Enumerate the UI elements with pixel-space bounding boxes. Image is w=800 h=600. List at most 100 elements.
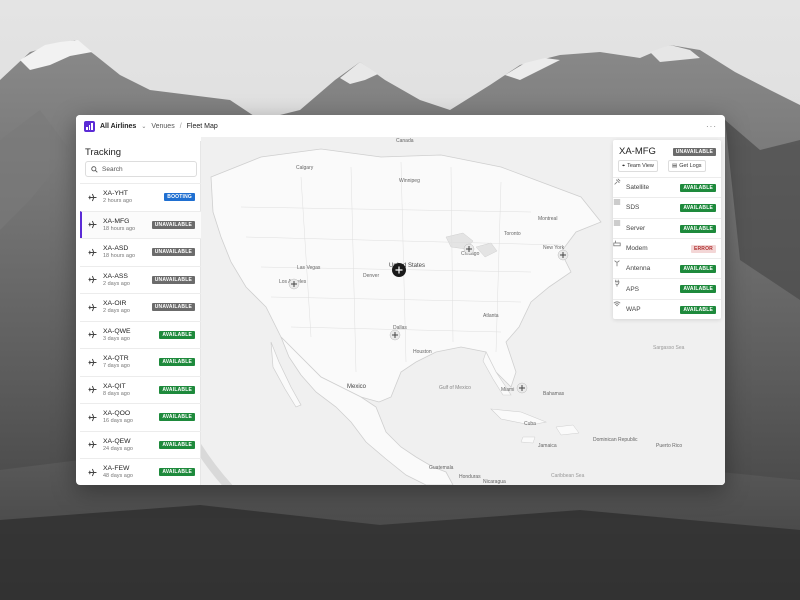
- flight-id: XA-OIR: [103, 300, 127, 308]
- status-badge: AVAILABLE: [159, 330, 195, 339]
- flight-time: 18 hours ago: [103, 253, 136, 259]
- service-label: SDS: [626, 204, 640, 212]
- map-label-cuba: Cuba: [524, 421, 536, 427]
- flight-time: 16 days ago: [103, 418, 133, 424]
- service-label: Server: [626, 224, 646, 232]
- aircraft-marker[interactable]: [463, 243, 475, 255]
- status-badge: UNAVAILABLE: [672, 148, 716, 156]
- status-badge: UNAVAILABLE: [151, 220, 195, 229]
- flight-time: 2 days ago: [103, 308, 130, 314]
- flight-text: XA-ASD 18 hours ago: [103, 245, 135, 259]
- service-row[interactable]: APS AVAILABLE: [613, 278, 721, 298]
- flight-id: XA-QIT: [103, 382, 126, 390]
- service-label: WAP: [626, 305, 641, 313]
- service-row[interactable]: Modem ERROR: [613, 237, 721, 258]
- app-window: All Airlines ⌄ Venues / Fleet Map ··· Ca…: [76, 115, 725, 485]
- service-row[interactable]: WAP AVAILABLE: [613, 298, 721, 319]
- flight-row[interactable]: XA-FEW 48 days ago AVAILABLE: [80, 458, 201, 485]
- flight-list: XA-YHT 2 hours ago BOOTING XA-MFG 18 hours a…: [80, 183, 201, 485]
- flight-text: XA-QIT 8 days ago: [103, 383, 130, 397]
- top-bar: All Airlines ⌄ Venues / Fleet Map ···: [76, 115, 725, 137]
- flight-text: XA-FEW 48 days ago: [103, 465, 133, 479]
- service-row[interactable]: Server AVAILABLE: [613, 217, 721, 238]
- service-row[interactable]: SDS AVAILABLE: [613, 197, 721, 217]
- aircraft-detail-panel: XA-MFG UNAVAILABLE ⌖ Team View ▤ Get Log…: [613, 140, 721, 319]
- team-view-icon: ⌖: [622, 162, 626, 169]
- flight-id: XA-QWE: [103, 327, 131, 335]
- service-row[interactable]: Antenna AVAILABLE: [613, 258, 721, 278]
- chevron-down-icon[interactable]: ⌄: [141, 123, 146, 130]
- plane-icon: [88, 413, 97, 422]
- flight-row[interactable]: XA-QOO 16 days ago AVAILABLE: [80, 403, 201, 431]
- flight-row[interactable]: XA-QEW 24 days ago AVAILABLE: [80, 430, 201, 459]
- service-status-badge: AVAILABLE: [680, 285, 716, 294]
- search-input[interactable]: [102, 165, 192, 173]
- plane-icon: [88, 468, 97, 477]
- flight-id: XA-MFG: [103, 217, 130, 225]
- org-switcher[interactable]: All Airlines: [100, 123, 136, 130]
- tracking-sidebar: Tracking XA-YHT2 hours agoBOOTINGXA-MFG1…: [80, 141, 201, 485]
- flight-text: XA-QOO 16 days ago: [103, 410, 133, 424]
- map-label-guatemala: Guatemala: [429, 465, 454, 471]
- map-label-nicaragua: Nicaragua: [483, 479, 506, 485]
- map-label-gulf: Gulf of Mexico: [439, 385, 471, 391]
- aircraft-marker[interactable]: [557, 249, 569, 261]
- more-menu-icon[interactable]: ···: [706, 122, 717, 131]
- flight-row[interactable]: XA-ASD 18 hours ago UNAVAILABLE: [80, 238, 201, 266]
- service-row[interactable]: Satellite AVAILABLE: [613, 177, 721, 197]
- map-label-caribbean: Caribbean Sea: [551, 473, 585, 479]
- flight-text: XA-ASS 2 days ago: [103, 273, 130, 287]
- aircraft-marker-selected[interactable]: [392, 263, 406, 277]
- flight-text: XA-MFG 18 hours ago: [103, 218, 135, 232]
- flight-row[interactable]: XA-QIT 8 days ago AVAILABLE: [80, 375, 201, 404]
- flight-row[interactable]: XA-QTR 7 days ago AVAILABLE: [80, 348, 201, 376]
- service-label: Satellite: [626, 184, 650, 192]
- service-list: Satellite AVAILABLE SDS AVAILABLE Server AVAI…: [613, 177, 721, 319]
- breadcrumb-current: Fleet Map: [186, 122, 218, 130]
- panel-title: XA-MFG: [619, 146, 656, 157]
- app-logo-icon[interactable]: [84, 120, 95, 132]
- map-label-atlanta: Atlanta: [483, 313, 499, 319]
- flight-row[interactable]: XA-MFG 18 hours ago UNAVAILABLE: [80, 210, 201, 238]
- get-logs-button[interactable]: ▤ Get Logs: [668, 160, 706, 172]
- flight-id: XA-QOO: [103, 410, 131, 418]
- flight-text: XA-YHT 2 hours ago: [103, 190, 132, 204]
- aircraft-marker[interactable]: [288, 278, 300, 290]
- flight-time: 2 days ago: [103, 280, 130, 287]
- plane-icon: [88, 330, 97, 339]
- status-badge: AVAILABLE: [159, 413, 195, 421]
- map-label-jamaica: Jamaica: [538, 443, 557, 449]
- flight-row[interactable]: XA-QWE 3 days ago AVAILABLE: [80, 320, 201, 349]
- status-badge: AVAILABLE: [159, 440, 195, 449]
- map-label-puerto-rico: Puerto Rico: [656, 443, 682, 449]
- status-badge: BOOTING: [164, 193, 195, 201]
- service-label: APS: [626, 285, 640, 293]
- flight-id: XA-ASD: [103, 245, 129, 253]
- flight-row[interactable]: XA-ASS 2 days ago UNAVAILABLE: [80, 265, 201, 294]
- status-badge: UNAVAILABLE: [151, 275, 195, 284]
- flight-id: XA-QEW: [103, 437, 131, 445]
- map-label-denver: Denver: [363, 273, 379, 279]
- map-label-bahamas: Bahamas: [543, 391, 565, 397]
- aircraft-marker[interactable]: [516, 382, 528, 394]
- breadcrumb-venues[interactable]: Venues: [151, 123, 174, 130]
- map-label-canada: Canada: [396, 138, 414, 144]
- flight-time: 2 hours ago: [103, 198, 133, 204]
- search-icon: [91, 165, 98, 173]
- service-status-badge: AVAILABLE: [680, 305, 716, 314]
- flight-time: 18 hours ago: [103, 225, 136, 232]
- fleet-map[interactable]: Canada United States Mexico Cuba Gulf of…: [201, 137, 725, 485]
- map-label-las-vegas: Las Vegas: [297, 265, 321, 271]
- flight-text: XA-QEW 24 days ago: [103, 438, 133, 452]
- aircraft-marker[interactable]: [389, 329, 401, 341]
- flight-row[interactable]: XA-YHT 2 hours ago BOOTING: [80, 183, 201, 211]
- map-label-calgary: Calgary: [296, 165, 314, 171]
- map-label-montreal: Montreal: [538, 216, 557, 222]
- flight-row[interactable]: XA-OIR 2 days ago UNAVAILABLE: [80, 293, 201, 321]
- flight-time: 7 days ago: [103, 363, 130, 369]
- map-label-toronto: Toronto: [504, 231, 521, 237]
- plane-icon: [88, 275, 97, 284]
- plane-icon: [88, 385, 97, 394]
- search-box[interactable]: [85, 161, 197, 177]
- team-view-button[interactable]: ⌖ Team View: [618, 160, 658, 172]
